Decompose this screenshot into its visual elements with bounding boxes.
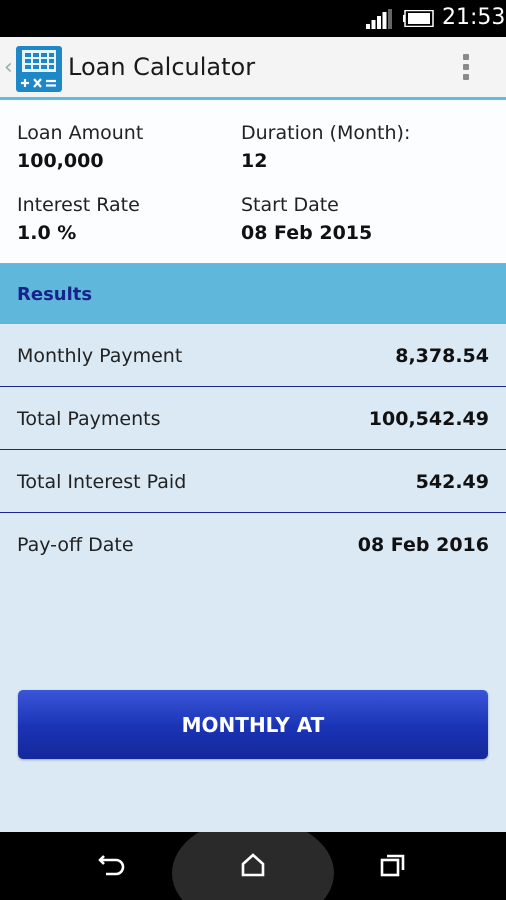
result-label: Pay-off Date — [17, 534, 134, 556]
status-clock: 21:53 — [442, 5, 506, 30]
result-value: 8,378.54 — [395, 345, 489, 367]
loan-amount-value: 100,000 — [17, 150, 104, 172]
results-header: Results — [0, 264, 506, 324]
start-date-value: 08 Feb 2015 — [241, 222, 373, 244]
result-value: 100,542.49 — [368, 408, 489, 430]
back-icon[interactable] — [98, 852, 128, 878]
status-bar: 21:53 — [0, 0, 506, 37]
result-row-total-payments: Total Payments 100,542.49 — [0, 387, 506, 450]
start-date-field[interactable]: Start Date 08 Feb 2015 — [241, 194, 372, 244]
monthly-at-button[interactable]: MONTHLY AT — [18, 690, 488, 759]
action-bar: ‹ Loan Calculator — [0, 37, 506, 100]
results-header-label: Results — [17, 284, 93, 305]
duration-value: 12 — [241, 150, 268, 172]
interest-rate-field[interactable]: Interest Rate 1.0 % — [17, 194, 140, 244]
loan-inputs-panel: Loan Amount 100,000 Duration (Month): 12… — [0, 100, 506, 264]
start-date-label: Start Date — [241, 194, 339, 216]
result-row-payoff-date: Pay-off Date 08 Feb 2016 — [0, 513, 506, 576]
result-row-monthly-payment: Monthly Payment 8,378.54 — [0, 324, 506, 387]
result-value: 542.49 — [415, 471, 489, 493]
signal-icon — [366, 9, 392, 29]
recents-icon[interactable] — [380, 853, 406, 877]
duration-field[interactable]: Duration (Month): 12 — [241, 122, 410, 172]
result-label: Monthly Payment — [17, 345, 183, 367]
interest-rate-value: 1.0 % — [17, 222, 77, 244]
battery-icon — [403, 10, 434, 27]
overflow-menu-icon[interactable] — [456, 51, 476, 85]
calculator-app-icon[interactable] — [16, 46, 62, 92]
navigation-bar — [0, 832, 506, 900]
result-label: Total Interest Paid — [17, 471, 187, 493]
loan-amount-label: Loan Amount — [17, 122, 144, 144]
loan-amount-field[interactable]: Loan Amount 100,000 — [17, 122, 143, 172]
duration-label: Duration (Month): — [241, 122, 411, 144]
results-list: Monthly Payment 8,378.54 Total Payments … — [0, 324, 506, 576]
back-chevron-icon[interactable]: ‹ — [4, 55, 13, 80]
interest-rate-label: Interest Rate — [17, 194, 140, 216]
result-row-total-interest: Total Interest Paid 542.49 — [0, 450, 506, 513]
result-value: 08 Feb 2016 — [357, 534, 489, 556]
app-title: Loan Calculator — [68, 53, 256, 81]
home-icon[interactable] — [240, 852, 266, 878]
result-label: Total Payments — [17, 408, 161, 430]
